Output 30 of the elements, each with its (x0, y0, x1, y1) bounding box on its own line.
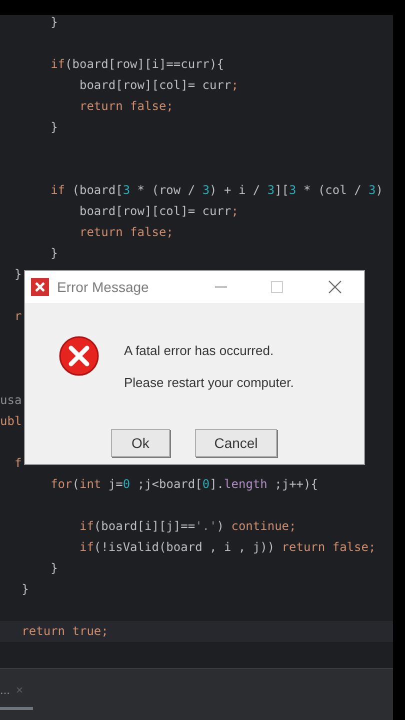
close-icon[interactable] (328, 280, 342, 294)
code-line: return false; (78, 98, 174, 115)
code-line: } (50, 560, 58, 577)
code-line: ubl (0, 413, 22, 430)
code-line: } (13, 266, 22, 283)
error-icon (58, 335, 100, 377)
error-icon (31, 278, 49, 296)
code-line: } (20, 581, 29, 598)
cancel-button[interactable]: Cancel (195, 429, 277, 457)
code-line: } (50, 245, 58, 262)
code-line: if(board[row][i]==curr){ (50, 56, 224, 73)
code-line: if (board[3 * (row / 3) + i / 3][3 * (col / 3) (50, 182, 383, 199)
tab-label[interactable]: ... (0, 681, 10, 699)
code-line: for(int j=0 ;j<board[0].length ;j++){ (50, 476, 318, 493)
code-line: return false; (78, 224, 174, 241)
code-line: usa (0, 392, 22, 409)
scrollbar-thumb[interactable] (0, 707, 33, 710)
code-line: r (13, 308, 22, 325)
dialog-title: Error Message (57, 278, 149, 297)
code-line: if(!isValid(board , i , j)) return false; (78, 539, 376, 556)
code-line: } (50, 15, 58, 31)
code-line: return true; (20, 623, 108, 640)
error-message: A fatal error has occurred. (124, 343, 275, 359)
code-line: board[row][col]= curr; (78, 203, 238, 220)
code-line: if(board[i][j]=='.') continue; (78, 518, 296, 535)
code-line: board[row][col]= curr; (78, 77, 238, 94)
error-message: Please restart your computer. (124, 375, 294, 391)
ok-button[interactable]: Ok (111, 429, 170, 457)
code-line: } (50, 119, 58, 136)
code-line: f (13, 455, 22, 472)
